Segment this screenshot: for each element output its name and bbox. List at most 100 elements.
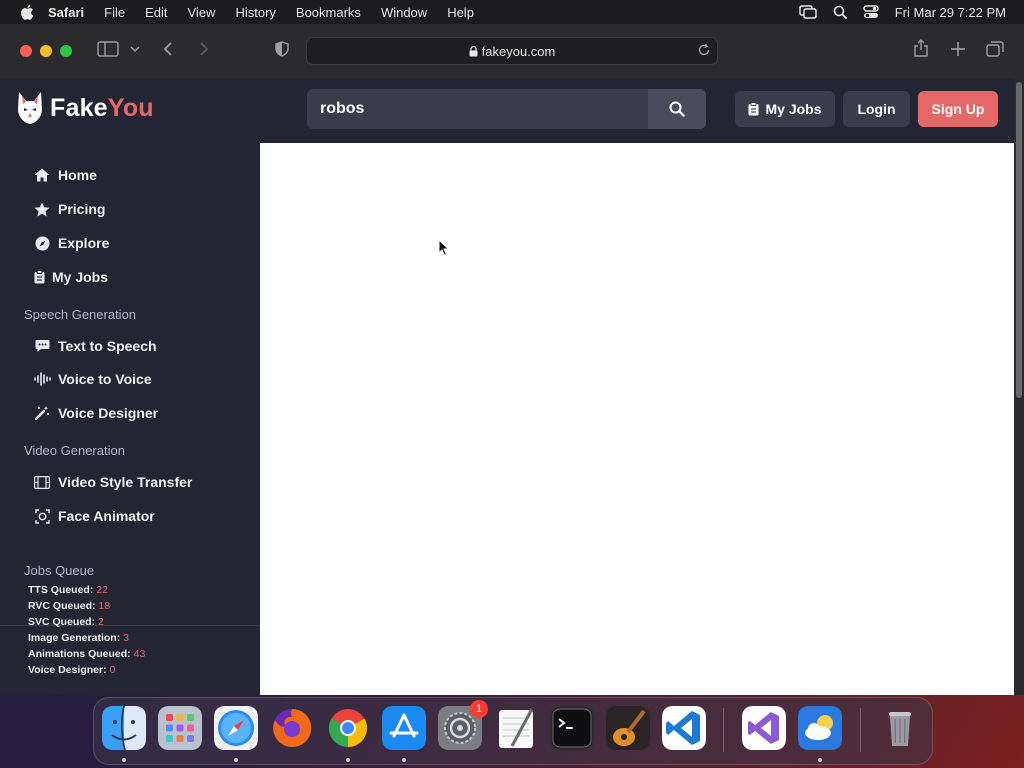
sidebar-item-explore[interactable]: Explore [32, 235, 109, 251]
sidebar-item-label: Face Animator [58, 508, 155, 524]
weather-icon[interactable] [798, 706, 842, 750]
search-button[interactable] [648, 89, 706, 129]
sidebar-item-label: Voice to Voice [58, 371, 152, 387]
apple-icon[interactable] [20, 4, 34, 20]
menu-safari[interactable]: Safari [48, 5, 84, 20]
brand-you: You [107, 93, 154, 122]
tab-overview-icon[interactable] [986, 41, 1004, 57]
fakeyou-logo[interactable]: FakeYou [16, 91, 154, 125]
screen-mirroring-icon[interactable] [799, 5, 817, 19]
sidebar-item-pricing[interactable]: Pricing [32, 201, 105, 217]
menu-edit[interactable]: Edit [145, 5, 167, 20]
sidebar-item-home[interactable]: Home [32, 167, 97, 183]
mouse-cursor-icon [438, 239, 450, 257]
search-bar: robos [307, 89, 706, 129]
queue-row: TTS Queued: 22 [28, 584, 108, 596]
menubar-clock[interactable]: Fri Mar 29 7:22 PM [895, 5, 1006, 20]
queue-row: Image Generation: 3 [28, 632, 129, 644]
menu-window[interactable]: Window [381, 5, 427, 20]
film-icon [34, 475, 50, 489]
lock-icon [469, 45, 478, 56]
magic-wand-icon [34, 406, 49, 421]
running-indicator [122, 758, 126, 762]
menu-file[interactable]: File [104, 5, 125, 20]
speech-bubble-icon [35, 340, 49, 352]
sidebar-item-label: Pricing [58, 201, 106, 217]
sidebar-item-video-style-transfer[interactable]: Video Style Transfer [32, 474, 192, 490]
webpage: FakeYou robos My Jobs Login Sign Up Home… [0, 78, 1014, 695]
launchpad-icon[interactable] [158, 706, 202, 750]
control-center-icon[interactable] [863, 5, 879, 19]
queue-row: RVC Queued: 18 [28, 600, 111, 612]
window-controls [20, 45, 72, 57]
close-window-button[interactable] [20, 45, 32, 57]
sidebar-item-my-jobs[interactable]: My Jobs [32, 269, 108, 285]
privacy-shield-icon[interactable] [275, 41, 289, 57]
star-icon [34, 202, 50, 216]
new-tab-icon[interactable] [950, 41, 966, 57]
queue-row: SVC Queued: 2 [28, 616, 104, 628]
sidebar-item-label: My Jobs [52, 269, 109, 285]
firefox-icon[interactable] [270, 706, 314, 750]
face-scan-icon [34, 508, 50, 524]
menu-bar: Safari File Edit View History Bookmarks … [0, 0, 1024, 24]
search-icon [669, 101, 685, 117]
zoom-window-button[interactable] [60, 45, 72, 57]
minimize-window-button[interactable] [40, 45, 52, 57]
reload-icon[interactable] [697, 43, 711, 57]
my-jobs-button[interactable]: My Jobs [735, 91, 835, 127]
video-generation-heading: Video Generation [24, 443, 125, 458]
sidebar-item-voice-to-voice[interactable]: Voice to Voice [32, 371, 152, 387]
vscode-icon[interactable] [662, 706, 706, 750]
queue-row: Voice Designer: 0 [28, 664, 116, 676]
running-indicator [402, 758, 406, 762]
dock: 1 [93, 697, 933, 765]
compass-icon [35, 236, 49, 250]
speech-generation-heading: Speech Generation [24, 307, 137, 322]
terminal-icon[interactable] [550, 706, 594, 750]
menu-history[interactable]: History [235, 5, 275, 20]
textedit-icon[interactable] [494, 706, 538, 750]
jobs-queue-heading: Jobs Queue [24, 563, 95, 578]
clipboard-icon [748, 102, 759, 116]
app-store-icon[interactable] [382, 706, 426, 750]
sidebar-item-voice-designer[interactable]: Voice Designer [32, 405, 158, 421]
sidebar-item-label: Video Style Transfer [58, 474, 193, 490]
url-text: fakeyou.com [481, 43, 556, 59]
chevron-down-icon[interactable] [130, 46, 140, 53]
sidebar-item-label: Text to Speech [58, 338, 157, 354]
main-content-area[interactable] [260, 143, 1014, 695]
page-scrollbar-thumb[interactable] [1016, 82, 1022, 398]
brand-fake: Fake [50, 93, 108, 122]
sidebar-item-label: Home [58, 167, 97, 183]
running-indicator [234, 758, 238, 762]
garageband-icon[interactable] [606, 706, 650, 750]
home-icon [34, 168, 50, 182]
signup-button[interactable]: Sign Up [918, 91, 998, 127]
sidebar: Home Pricing Explore My Jobs Speech Gene… [0, 143, 260, 695]
finder-icon[interactable] [102, 706, 146, 750]
dock-separator [723, 708, 724, 752]
address-bar[interactable]: fakeyou.com [306, 37, 718, 65]
sidebar-item-label: Explore [58, 235, 110, 251]
spotlight-search-icon[interactable] [833, 5, 847, 19]
menu-help[interactable]: Help [447, 5, 474, 20]
safari-icon[interactable] [214, 706, 258, 750]
search-input[interactable]: robos [320, 100, 364, 118]
fox-mask-icon [18, 92, 42, 124]
visual-studio-icon[interactable] [742, 706, 786, 750]
clipboard-icon [34, 270, 44, 284]
back-icon[interactable] [163, 41, 173, 57]
menu-view[interactable]: View [188, 5, 216, 20]
sidebar-item-face-animator[interactable]: Face Animator [32, 508, 155, 524]
running-indicator [346, 758, 350, 762]
sidebar-toggle-icon[interactable] [97, 41, 119, 57]
trash-icon[interactable] [878, 706, 922, 750]
share-icon[interactable] [913, 39, 929, 58]
forward-icon[interactable] [199, 41, 209, 57]
chrome-icon[interactable] [326, 706, 370, 750]
queue-row: Animations Queued: 43 [28, 648, 146, 660]
menu-bookmarks[interactable]: Bookmarks [296, 5, 361, 20]
sidebar-item-text-to-speech[interactable]: Text to Speech [32, 338, 157, 354]
login-button[interactable]: Login [843, 91, 910, 127]
